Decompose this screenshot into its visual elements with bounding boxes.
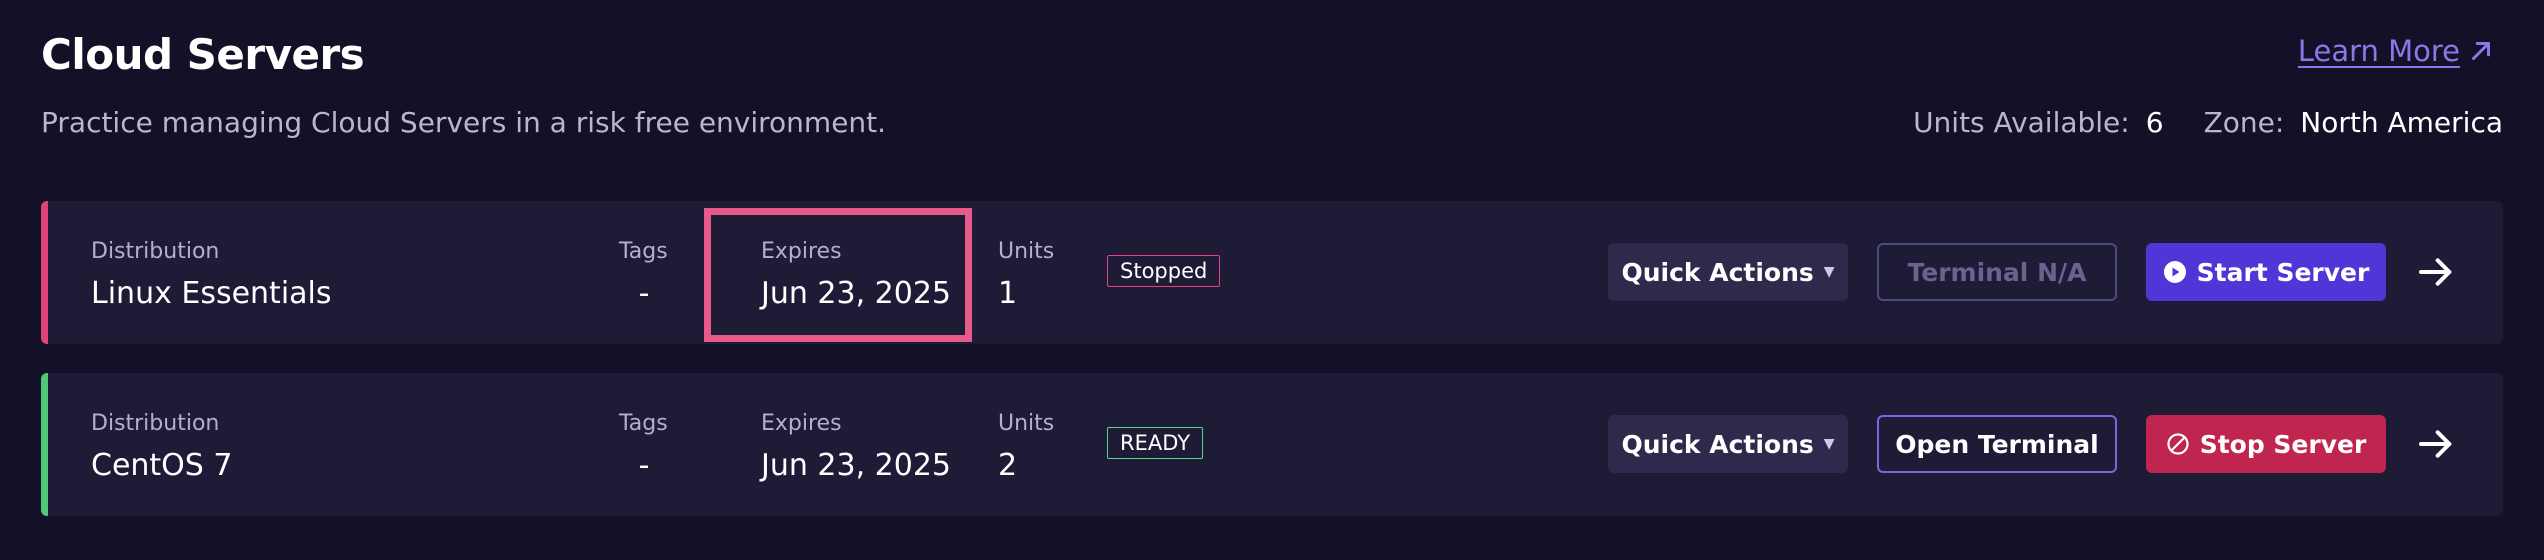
open-terminal-button[interactable]: Open Terminal: [1877, 415, 2117, 473]
stop-server-label: Stop Server: [2199, 429, 2367, 459]
quick-actions-button[interactable]: Quick Actions ▼: [1608, 243, 1848, 301]
play-circle-icon: [2163, 261, 2186, 283]
expires-cell: Expires Jun 23, 2025: [761, 411, 951, 483]
distribution-cell: Distribution CentOS 7: [91, 411, 232, 483]
page-subtitle: Practice managing Cloud Servers in a ris…: [41, 106, 887, 139]
status-badge: READY: [1107, 427, 1204, 459]
learn-more-link[interactable]: Learn More: [2298, 34, 2496, 68]
distribution-value: CentOS 7: [91, 448, 233, 483]
expires-value: Jun 23, 2025: [761, 448, 952, 483]
page-title: Cloud Servers: [41, 30, 365, 79]
quick-actions-label: Quick Actions: [1621, 429, 1814, 459]
expires-label: Expires: [761, 411, 842, 436]
tags-cell: Tags -: [619, 411, 669, 483]
distribution-cell: Distribution Linux Essentials: [91, 239, 332, 311]
units-value: 2: [998, 448, 1018, 483]
units-label: Units: [998, 239, 1055, 264]
tags-label: Tags: [619, 411, 668, 436]
expires-value: Jun 23, 2025: [761, 276, 952, 311]
start-server-label: Start Server: [2196, 257, 2370, 287]
learn-more-label: Learn More: [2297, 34, 2460, 68]
distribution-value: Linux Essentials: [91, 276, 332, 311]
distribution-label: Distribution: [91, 239, 220, 264]
tags-cell: Tags -: [619, 239, 669, 311]
server-row: Distribution CentOS 7 Tags - Expires Jun…: [41, 373, 2503, 516]
quick-actions-label: Quick Actions: [1621, 257, 1814, 287]
units-label: Units: [998, 411, 1055, 436]
tags-value: -: [638, 448, 650, 483]
quick-actions-button[interactable]: Quick Actions ▼: [1608, 415, 1848, 473]
distribution-label: Distribution: [91, 411, 220, 436]
terminal-button[interactable]: Terminal N/A: [1877, 243, 2117, 301]
status-badge: Stopped: [1107, 255, 1221, 287]
units-cell: Units 2: [998, 411, 1054, 483]
units-available-value: 6: [2145, 106, 2164, 139]
units-cell: Units 1: [998, 239, 1054, 311]
server-row: Distribution Linux Essentials Tags - Exp…: [41, 201, 2503, 344]
arrow-right-icon[interactable]: [2416, 252, 2456, 292]
zone-label: Zone:: [2203, 106, 2285, 139]
units-available-label: Units Available:: [1913, 106, 2130, 139]
expires-label: Expires: [761, 239, 842, 264]
units-value: 1: [998, 276, 1018, 311]
start-server-button[interactable]: Start Server: [2146, 243, 2386, 301]
stop-server-button[interactable]: Stop Server: [2146, 415, 2386, 473]
zone-value: North America: [2300, 106, 2503, 139]
expires-cell: Expires Jun 23, 2025: [761, 239, 951, 311]
arrow-right-icon[interactable]: [2416, 424, 2456, 464]
row-accent-bar: [41, 201, 48, 344]
row-accent-bar: [41, 373, 48, 516]
chevron-down-icon: ▼: [1823, 264, 1835, 280]
arrow-up-right-icon: [2472, 42, 2490, 60]
chevron-down-icon: ▼: [1823, 436, 1835, 452]
environment-meta: Units Available: 6 Zone: North America: [1913, 106, 2503, 139]
tags-value: -: [638, 276, 650, 311]
tags-label: Tags: [619, 239, 668, 264]
prohibited-icon: [2167, 433, 2189, 455]
